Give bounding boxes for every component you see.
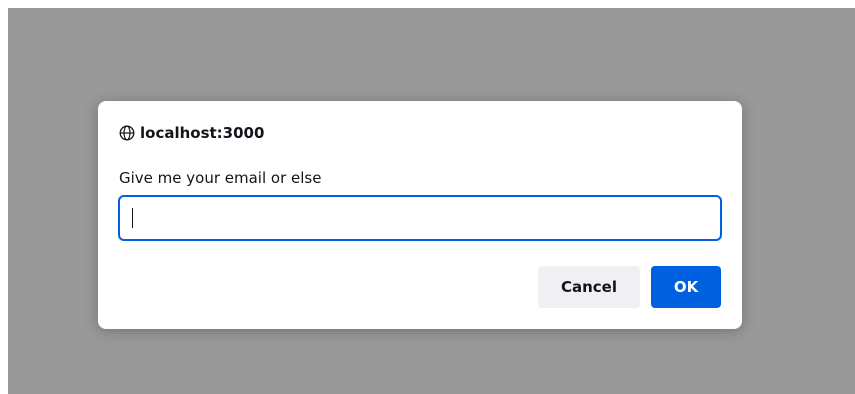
dialog-buttons: Cancel OK (538, 266, 721, 308)
text-caret (132, 208, 133, 228)
globe-icon (119, 125, 135, 141)
dialog-header: localhost:3000 (119, 123, 264, 143)
dialog-message: Give me your email or else (119, 169, 322, 187)
prompt-input[interactable] (118, 195, 722, 241)
dialog-origin: localhost:3000 (140, 124, 265, 142)
prompt-dialog: localhost:3000 Give me your email or els… (98, 101, 742, 329)
ok-button[interactable]: OK (651, 266, 721, 308)
cancel-button[interactable]: Cancel (538, 266, 640, 308)
